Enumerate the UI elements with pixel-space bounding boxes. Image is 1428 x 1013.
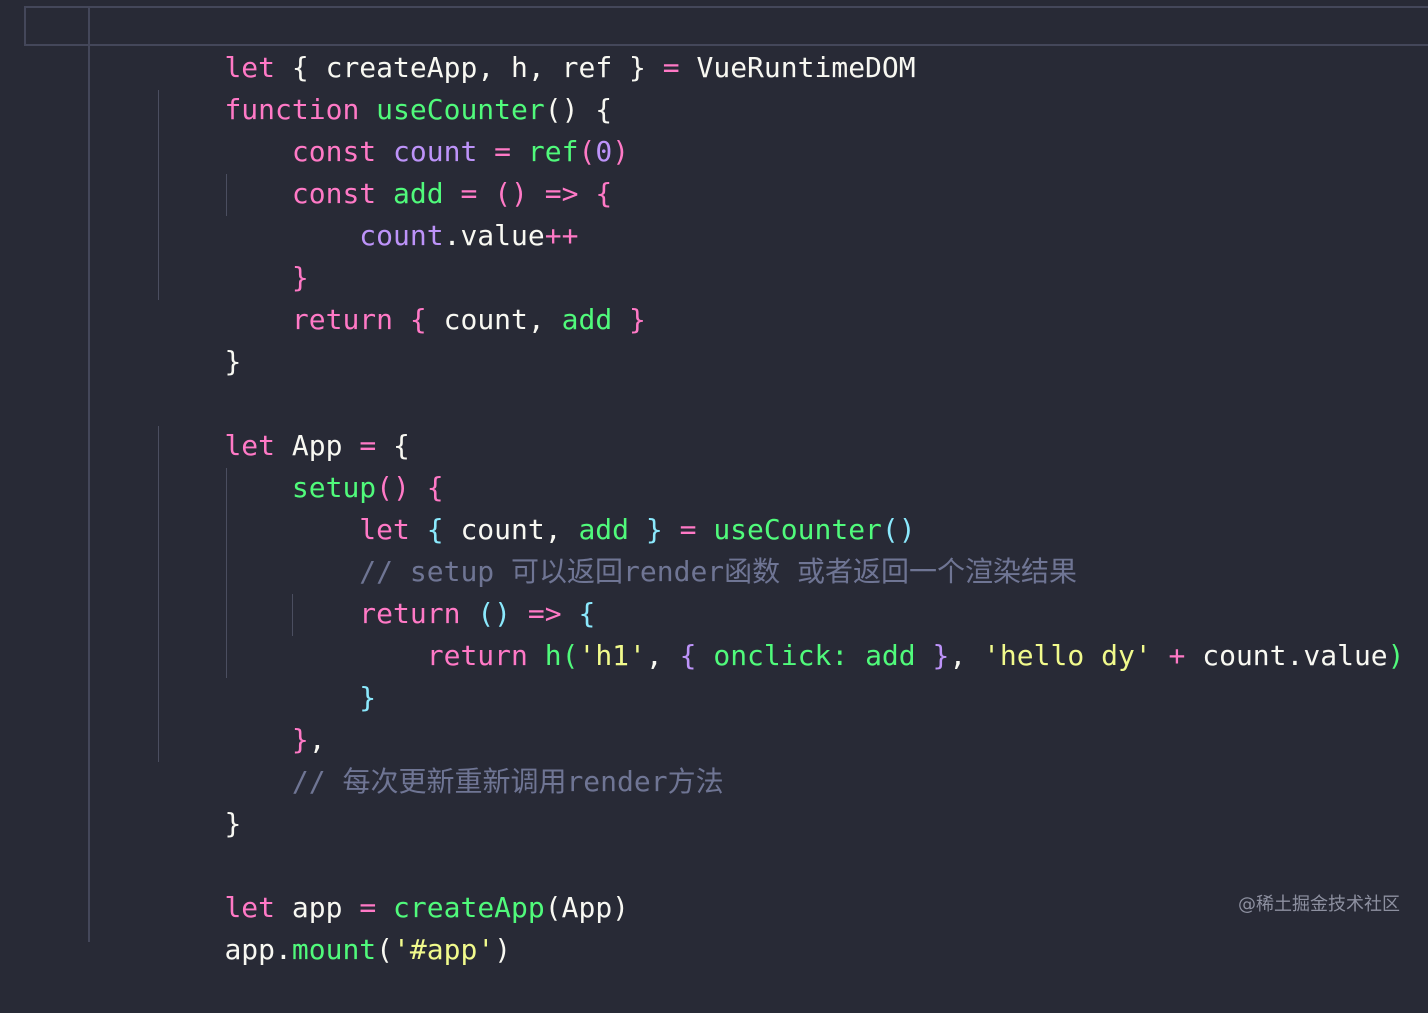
code-line-10[interactable]: let App = { bbox=[157, 383, 409, 462]
token-ident: count, bbox=[426, 303, 562, 336]
token-string: '#app' bbox=[393, 933, 495, 966]
code-line-8[interactable]: } bbox=[157, 299, 241, 378]
code-line-12[interactable]: let { count, add } = useCounter() bbox=[157, 467, 915, 546]
code-line-11[interactable]: setup() { bbox=[157, 425, 444, 504]
code-line-16[interactable]: } bbox=[157, 635, 376, 714]
watermark: @稀土掘金技术社区 bbox=[1238, 894, 1400, 915]
code-line-2[interactable]: function useCounter() { bbox=[157, 47, 612, 126]
token-punct: ) bbox=[612, 135, 630, 168]
token-function: mount bbox=[291, 933, 377, 966]
token-brace: } bbox=[359, 681, 377, 714]
token-punct: ( bbox=[376, 933, 394, 966]
token-string: 'h1' bbox=[578, 639, 646, 672]
code-line-17[interactable]: }, bbox=[157, 677, 326, 756]
token-brace: } bbox=[224, 807, 242, 840]
token-punct: , bbox=[645, 639, 680, 672]
token-ident: VueRuntimeDOM bbox=[679, 51, 916, 84]
token-comment: // 每次更新重新调用render方法 bbox=[291, 765, 724, 798]
token-brace: } bbox=[932, 639, 950, 672]
token-brace: { bbox=[409, 303, 427, 336]
token-operator: = bbox=[662, 51, 680, 84]
code-line-6[interactable]: } bbox=[157, 215, 309, 294]
code-line-14[interactable]: return () => { bbox=[157, 551, 595, 630]
code-line-3[interactable]: const count = ref(0) bbox=[157, 89, 629, 168]
token-punct: , bbox=[949, 639, 984, 672]
code-editor[interactable]: let { createApp, h, ref } = VueRuntimeDO… bbox=[0, 0, 1428, 966]
gutter-divider bbox=[88, 6, 90, 942]
token-operator: + bbox=[1168, 639, 1186, 672]
token-brace: } bbox=[224, 345, 242, 378]
token-function: h( bbox=[544, 639, 579, 672]
code-line-13[interactable]: // setup 可以返回render函数 或者返回一个渲染结果 bbox=[157, 509, 1077, 588]
token-brace: { bbox=[595, 177, 613, 210]
token-variable: count bbox=[359, 219, 444, 252]
token-punct: ) bbox=[494, 933, 512, 966]
token-function: add bbox=[561, 303, 613, 336]
code-line-15[interactable]: return h('h1', { onclick: add }, 'hello … bbox=[157, 593, 1405, 672]
token-property: .value bbox=[443, 219, 545, 252]
token-punct: } bbox=[612, 51, 663, 84]
code-line-19[interactable]: } bbox=[157, 761, 241, 840]
token-keyword: return bbox=[291, 303, 394, 336]
token-operator: ++ bbox=[544, 219, 579, 252]
code-line-4[interactable]: const add = () => { bbox=[157, 131, 612, 210]
token-ident: count.value bbox=[1185, 639, 1388, 672]
code-line-22[interactable]: app.mount('#app') bbox=[157, 887, 511, 966]
token-brace: { bbox=[679, 639, 697, 672]
code-line-1[interactable]: let { createApp, h, ref } = VueRuntimeDO… bbox=[157, 5, 915, 84]
token-function: add bbox=[865, 639, 916, 672]
code-line-21[interactable]: let app = createApp(App) bbox=[157, 845, 629, 924]
token-brace: } bbox=[629, 303, 646, 336]
token-string: 'hello dy' bbox=[983, 639, 1152, 672]
code-line-18[interactable]: // 每次更新重新调用render方法 bbox=[157, 719, 724, 798]
token-punct: (App) bbox=[544, 891, 630, 924]
token-punct: ) bbox=[1387, 639, 1405, 672]
code-line-5[interactable]: count.value++ bbox=[157, 173, 578, 252]
token-ident: app. bbox=[224, 933, 292, 966]
token-property: onclick: bbox=[713, 639, 849, 672]
token-keyword: return bbox=[426, 639, 528, 672]
code-line-7[interactable]: return { count, add } bbox=[157, 257, 646, 336]
